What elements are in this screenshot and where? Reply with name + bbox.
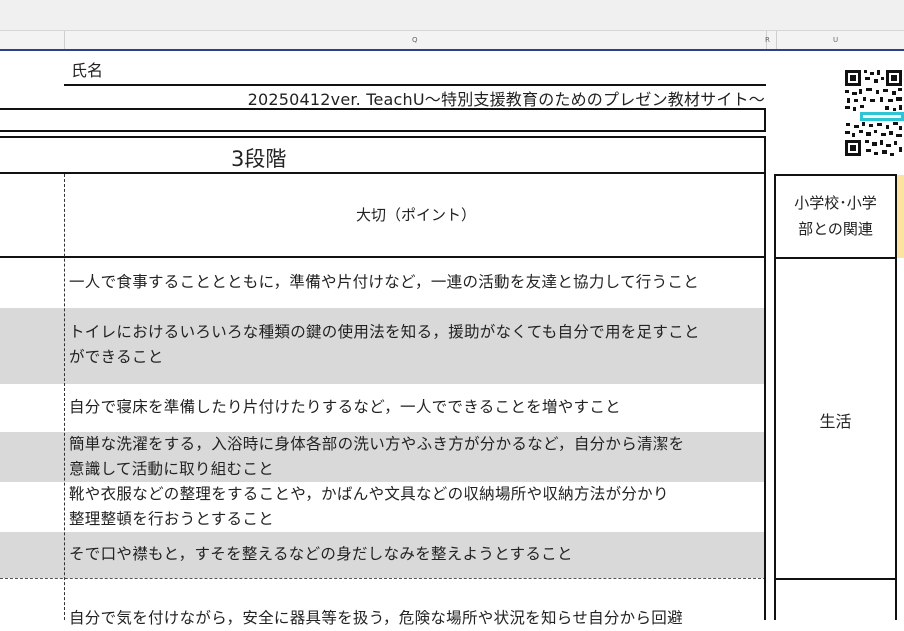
version-text: 20250412ver. TeachU～特別支援教育のためのプレゼン教材サイト～ (247, 90, 765, 109)
dashed-column-divider (64, 174, 65, 620)
relation-value[interactable]: 生活 (776, 408, 895, 432)
yellow-cell (897, 175, 904, 258)
header-row: 大切（ポイント） (0, 174, 766, 258)
row-text: 靴や衣服などの整理をすることや，かばんや文具などの収納場所や収納方法が分かり 整… (69, 482, 669, 532)
column-divider (64, 31, 65, 49)
row-line: トイレにおけるいろいろな種類の鍵の使用法を知る，援助がなくても自分で用を足すこと (69, 323, 700, 341)
row-line: 一人で食事することとともに，準備や片付けなど，一連の活動を友達と協力して行うこと (69, 273, 699, 291)
qr-code-icon (843, 68, 904, 158)
row-line: 自分で寝床を準備したり片付けたりするなど，一人でできることを増やすこと (69, 398, 621, 416)
row-line: 靴や衣服などの整理をすることや，かばんや文具などの収納場所や収納方法が分かり (69, 485, 669, 503)
column-letter-r[interactable]: R (765, 36, 770, 44)
row-line: 簡単な洗濯をする，入浴時に身体各部の洗い方やふき方が分かるなど，自分から清潔を (69, 435, 685, 453)
relation-divider (774, 257, 897, 259)
relation-header[interactable]: 小学校･小学 部との関連 (776, 190, 895, 242)
column-header-bar: Q R U (0, 30, 904, 51)
table-right-border (764, 258, 766, 620)
row-text: トイレにおけるいろいろな種類の鍵の使用法を知る，援助がなくても自分で用を足すこと… (69, 320, 700, 370)
relation-top-border (774, 174, 897, 176)
table-row[interactable]: 自分で気を付けながら，安全に器具等を扱う，危険な場所や状況を知らせ自分から回避 (0, 578, 766, 627)
row-text: 自分で寝床を準備したり片付けたりするなど，一人でできることを増やすこと (69, 395, 621, 420)
row-text: そで口や襟もと，すそを整えるなどの身だしなみを整えようとすること (69, 542, 573, 567)
row-text: 一人で食事することとともに，準備や片付けなど，一連の活動を友達と協力して行うこと (69, 270, 699, 295)
name-label: 氏名 (71, 61, 104, 80)
column-letter-u[interactable]: U (833, 36, 838, 44)
relation-header-line2: 部との関連 (798, 220, 873, 238)
empty-cell-box[interactable] (0, 108, 766, 132)
table-row[interactable]: 簡単な洗濯をする，入浴時に身体各部の洗い方やふき方が分かるなど，自分から清潔を … (0, 432, 766, 482)
row-text: 簡単な洗濯をする，入浴時に身体各部の洗い方やふき方が分かるなど，自分から清潔を … (69, 432, 684, 482)
stage-title: 3段階 (231, 147, 287, 171)
row-line: 整理整頓を行おうとすること (69, 510, 274, 528)
row-text: 自分で気を付けながら，安全に器具等を扱う，危険な場所や状況を知らせ自分から回避 (69, 606, 683, 631)
table-row[interactable]: 靴や衣服などの整理をすることや，かばんや文具などの収納場所や収納方法が分かり 整… (0, 482, 766, 532)
relation-bottom-divider (774, 578, 897, 580)
column-letter-q[interactable]: Q (412, 36, 418, 44)
column-divider (776, 31, 777, 49)
relation-header-line1: 小学校･小学 (794, 194, 877, 212)
row-line: 自分で気を付けながら，安全に器具等を扱う，危険な場所や状況を知らせ自分から回避 (69, 609, 683, 627)
table-row[interactable]: 一人で食事することとともに，準備や片付けなど，一連の活動を友達と協力して行うこと (0, 258, 766, 308)
point-header: 大切（ポイント） (356, 206, 477, 224)
table-row[interactable]: そで口や襟もと，すそを整えるなどの身だしなみを整えようとすること (0, 532, 766, 578)
table-row[interactable]: 自分で寝床を準備したり片付けたりするなど，一人でできることを増やすこと (0, 384, 766, 432)
ribbon-area (0, 0, 904, 30)
row-line: ができること (69, 348, 164, 366)
row-line: 意識して活動に取り組むこと (69, 460, 274, 478)
table-row[interactable]: トイレにおけるいろいろな種類の鍵の使用法を知る，援助がなくても自分で用を足すこと… (0, 308, 766, 384)
row-line: そで口や襟もと，すそを整えるなどの身だしなみを整えようとすること (69, 545, 573, 563)
stage-title-cell[interactable]: 3段階 (0, 136, 766, 174)
